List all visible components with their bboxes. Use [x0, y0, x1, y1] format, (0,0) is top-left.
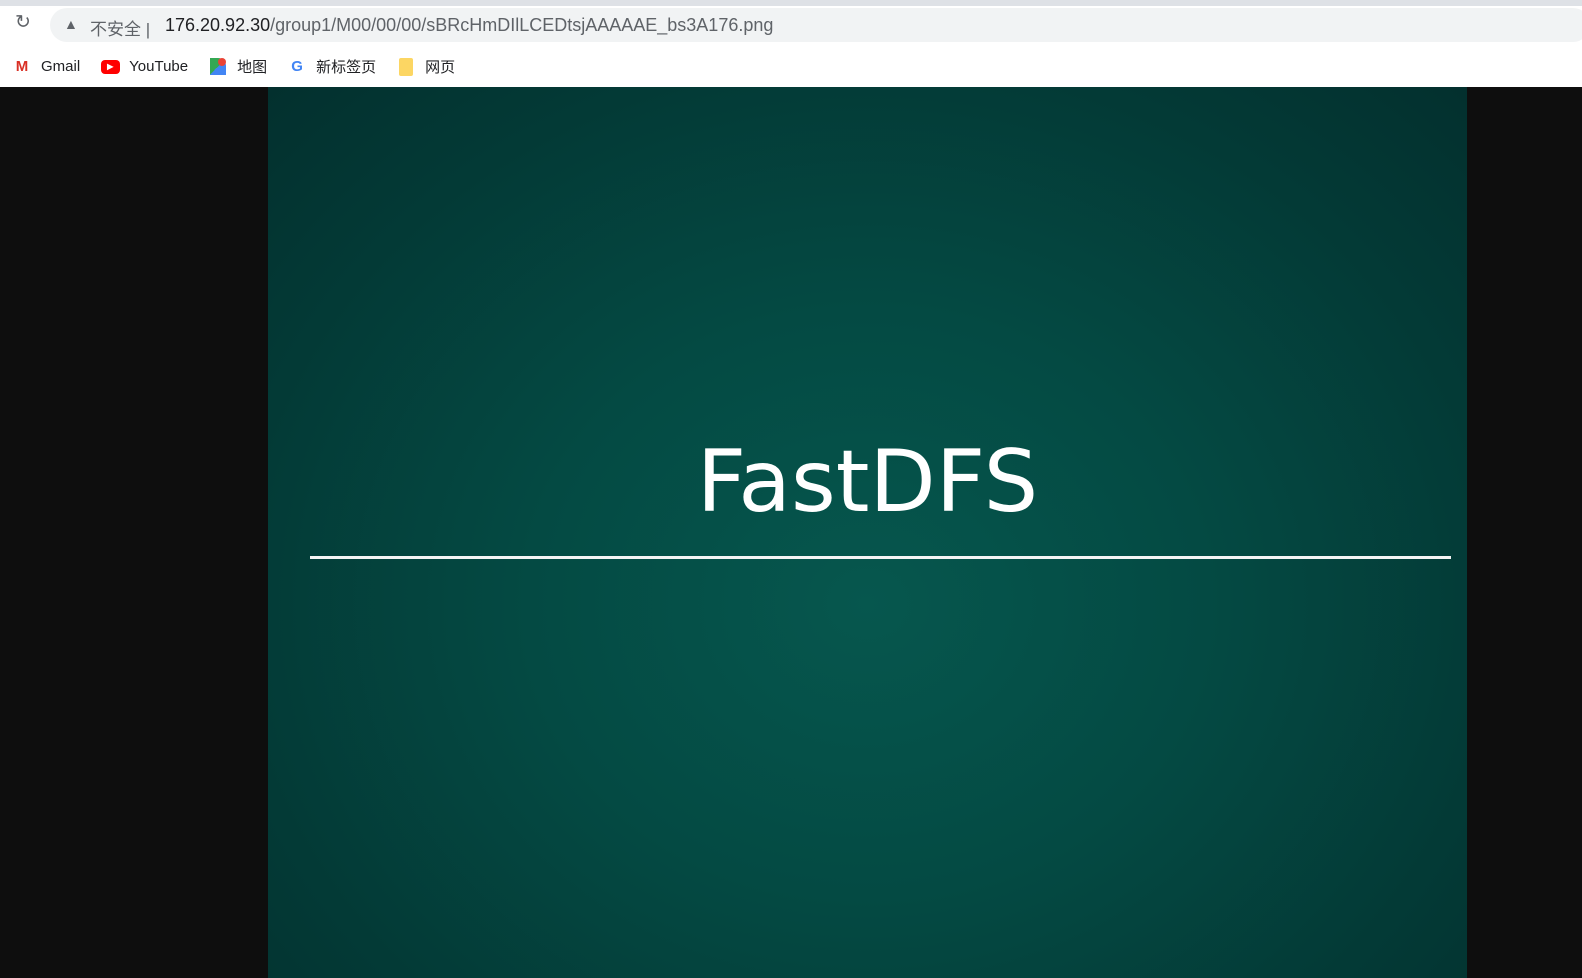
- youtube-icon: ▶: [100, 58, 120, 76]
- bookmarks-bar: M Gmail ▶ YouTube 地图 G 新标签页 网页: [0, 46, 1582, 87]
- bookmark-maps[interactable]: 地图: [208, 56, 267, 77]
- bookmark-gmail[interactable]: M Gmail: [12, 58, 80, 76]
- image-viewer: FastDFS: [0, 87, 1582, 978]
- title-underline: [310, 556, 1451, 559]
- bookmark-youtube[interactable]: ▶ YouTube: [100, 58, 188, 76]
- address-bar[interactable]: ▲ 不安全 | 176.20.92.30/group1/M00/00/00/sB…: [50, 8, 1582, 42]
- reload-icon[interactable]: ↻: [12, 12, 34, 34]
- bookmark-folder-web[interactable]: 网页: [396, 56, 455, 77]
- displayed-image[interactable]: FastDFS: [268, 87, 1467, 978]
- browser-toolbar: ↻ ▲ 不安全 | 176.20.92.30/group1/M00/00/00/…: [0, 6, 1582, 46]
- folder-icon: [396, 57, 416, 76]
- bookmark-new-tab[interactable]: G 新标签页: [287, 56, 376, 77]
- warning-icon[interactable]: ▲: [64, 16, 78, 32]
- google-icon: G: [291, 58, 303, 75]
- gmail-icon: M: [15, 58, 29, 75]
- slide-title: FastDFS: [696, 432, 1039, 532]
- security-label[interactable]: 不安全 |: [90, 15, 150, 40]
- maps-icon: [208, 58, 228, 76]
- url-text[interactable]: 176.20.92.30/group1/M00/00/00/sBRcHmDIlL…: [165, 15, 773, 36]
